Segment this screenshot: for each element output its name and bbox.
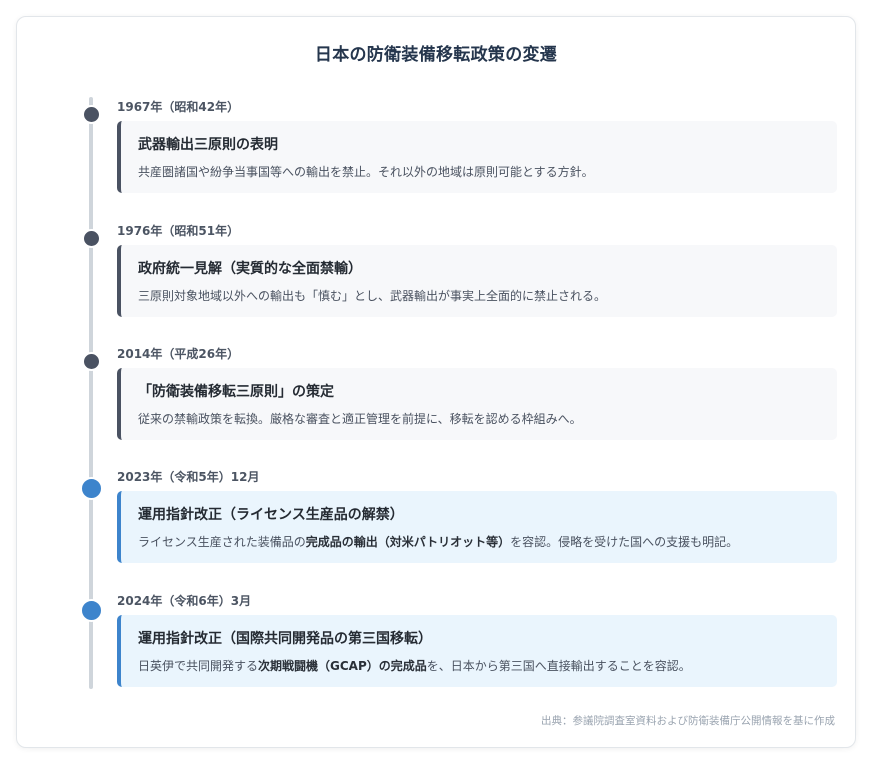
event-description-text: 日英伊で共同開発する <box>138 659 259 673</box>
event-heading: 運用指針改正（ライセンス生産品の解禁） <box>138 507 404 523</box>
event-box: 武器輸出三原則の表明 共産圏諸国や紛争当事国等への輸出を禁止。それ以外の地域は原… <box>117 121 837 193</box>
timeline-dot <box>82 105 101 124</box>
event-heading: 政府統一見解（実質的な全面禁輸） <box>138 261 362 277</box>
timeline-card: 日本の防衛装備移転政策の変遷 1967年（昭和42年） 武器輸出三原則の表明 共… <box>16 16 856 748</box>
event-heading: 「防衛装備移転三原則」の策定 <box>138 384 334 400</box>
event-heading: 運用指針改正（国際共同開発品の第三国移転） <box>138 631 432 647</box>
event-description-text: ライセンス生産された装備品の <box>138 535 306 549</box>
event-box: 政府統一見解（実質的な全面禁輸） 三原則対象地域以外への輸出も「慎む」とし、武器… <box>117 245 837 317</box>
event-box: 「防衛装備移転三原則」の策定 従来の禁輸政策を転換。厳格な審査と適正管理を前提に… <box>117 368 837 440</box>
event-description-emphasis: 完成品の輸出（対米パトリオット等） <box>305 535 511 549</box>
event-date: 1976年（昭和51年） <box>117 224 240 238</box>
event-description: 三原則対象地域以外への輸出も「慎む」とし、武器輸出が事実上全面的に禁止される。 <box>138 287 837 304</box>
page-title: 日本の防衛装備移転政策の変遷 <box>314 45 558 65</box>
event-date: 2024年（令和6年）3月 <box>117 594 252 608</box>
event-description: 共産圏諸国や紛争当事国等への輸出を禁止。それ以外の地域は原則可能とする方針。 <box>138 163 837 180</box>
event-description-text: 共産圏諸国や紛争当事国等への輸出を禁止。それ以外の地域は原則可能とする方針。 <box>138 165 594 179</box>
event-description-emphasis: 次期戦闘機（GCAP）の完成品 <box>258 659 427 673</box>
timeline-dot <box>80 599 103 622</box>
event-description-text: 従来の禁輸政策を転換。厳格な審査と適正管理を前提に、移転を認める枠組みへ。 <box>138 412 582 426</box>
event-description: 従来の禁輸政策を転換。厳格な審査と適正管理を前提に、移転を認める枠組みへ。 <box>138 410 837 427</box>
event-date: 2023年（令和5年）12月 <box>117 470 260 484</box>
event-description-text: 三原則対象地域以外への輸出も「慎む」とし、武器輸出が事実上全面的に禁止される。 <box>138 289 607 303</box>
event-date: 1967年（昭和42年） <box>117 100 240 114</box>
event-description-text: を、日本から第三国へ直接輸出することを容認。 <box>426 659 691 673</box>
timeline-dot <box>82 352 101 371</box>
source-note: 出典：参議院調査室資料および防衛装備庁公開情報を基に作成 <box>541 715 835 727</box>
event-heading: 武器輸出三原則の表明 <box>138 137 278 153</box>
timeline-dot <box>82 229 101 248</box>
event-box: 運用指針改正（ライセンス生産品の解禁） ライセンス生産された装備品の完成品の輸出… <box>117 491 837 563</box>
event-box: 運用指針改正（国際共同開発品の第三国移転） 日英伊で共同開発する次期戦闘機（GC… <box>117 615 837 687</box>
event-date: 2014年（平成26年） <box>117 347 240 361</box>
timeline-dot <box>80 477 103 500</box>
event-description: ライセンス生産された装備品の完成品の輸出（対米パトリオット等）を容認。侵略を受け… <box>138 533 837 550</box>
event-description-text: を容認。侵略を受けた国への支援も明記。 <box>510 535 739 549</box>
event-description: 日英伊で共同開発する次期戦闘機（GCAP）の完成品を、日本から第三国へ直接輸出す… <box>138 657 837 674</box>
